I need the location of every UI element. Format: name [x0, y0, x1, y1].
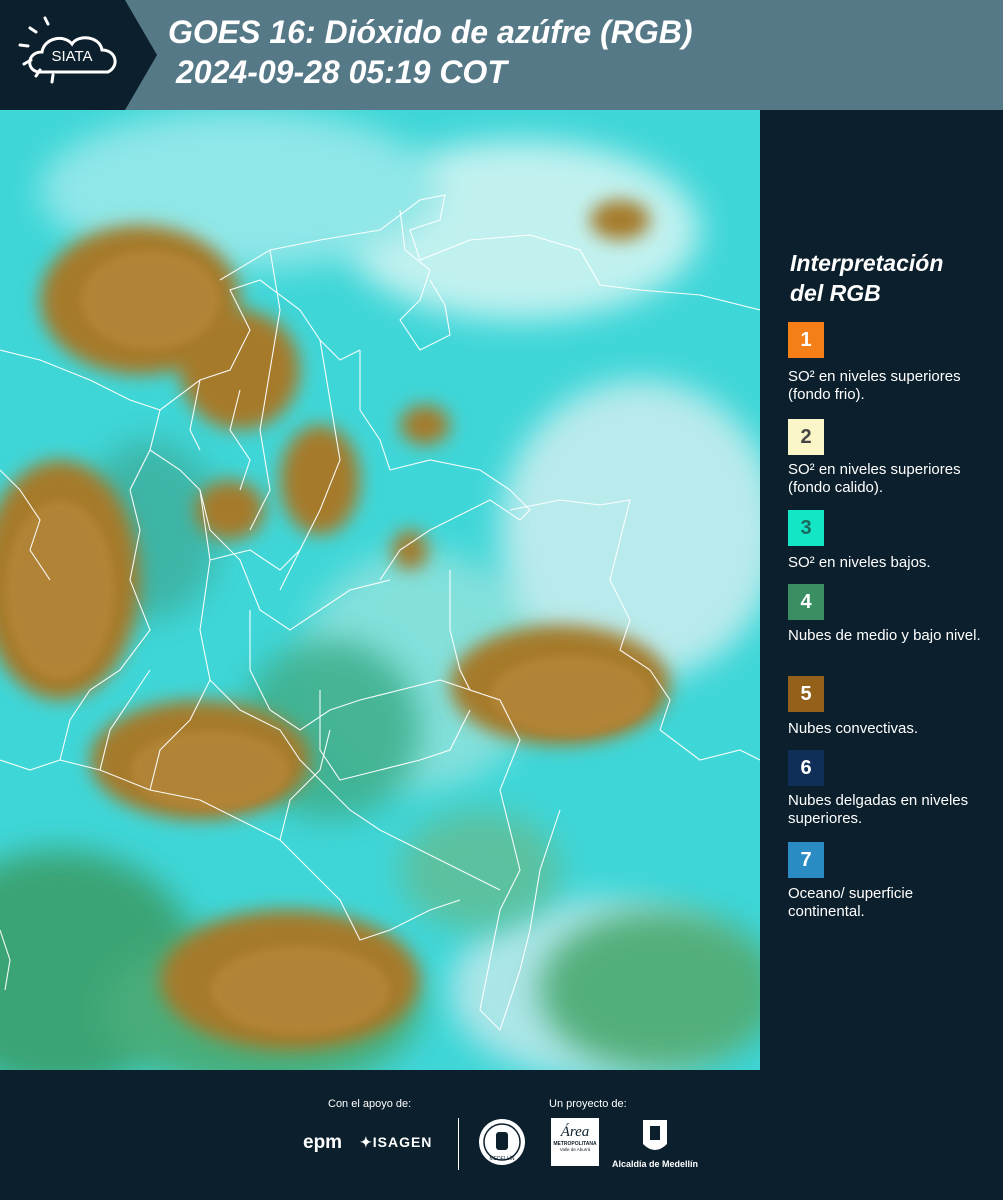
legend-desc-5: Nubes convectivas. [788, 720, 919, 737]
area-metropolitana-logo: Área METROPOLITANA Valle de Aburrá [551, 1118, 599, 1166]
area-logo-sub2: Valle de Aburrá [559, 1147, 591, 1152]
logo-text: SIATA [51, 48, 92, 65]
legend-number-4: 4 [800, 590, 812, 613]
isagen-icon: ✦ [360, 1134, 373, 1150]
support-label: Con el apoyo de: [328, 1098, 412, 1110]
project-label: Un proyecto de: [549, 1098, 627, 1110]
epm-logo-text: epm [303, 1132, 343, 1153]
legend-number-3: 3 [800, 516, 812, 539]
alcaldia-emblem [640, 1118, 670, 1156]
legend-title-line2: del RGB [790, 280, 881, 306]
legend-desc-1: SO² en niveles superiores (fondo frio). [788, 368, 961, 403]
legend-panel: Interpretación del RGB 1 SO² en niveles … [760, 110, 1003, 1070]
legend-swatch-1: 1 [788, 322, 824, 358]
page-timestamp: 2024-09-28 05:19 COT [176, 54, 507, 90]
footer: Con el apoyo de: Un proyecto de: epm ✦IS… [0, 1070, 1003, 1200]
legend-number-7: 7 [800, 848, 812, 871]
legend-swatch-6: 6 [788, 750, 824, 786]
legend-swatch-4: 4 [788, 584, 824, 620]
legend-number-1: 1 [800, 328, 812, 351]
legend-desc-2: SO² en niveles superiores (fondo calido)… [788, 461, 961, 496]
legend-desc-7: Oceano/ superficie continental. [788, 885, 914, 920]
footer-divider [458, 1118, 459, 1170]
legend-swatch-3: 3 [788, 510, 824, 546]
legend-number-5: 5 [800, 682, 812, 705]
epm-logo: epm [303, 1132, 342, 1154]
legend-swatch-7: 7 [788, 842, 824, 878]
legend-desc-3: SO² en niveles bajos. [788, 554, 931, 571]
legend-swatch-5: 5 [788, 676, 824, 712]
isagen-logo-text: ISAGEN [372, 1134, 433, 1150]
legend-number-6: 6 [800, 756, 812, 779]
legend-swatch-2: 2 [788, 419, 824, 455]
siata-logo: SIATA [0, 0, 157, 110]
alcaldia-label: Alcaldía de Medellín [612, 1159, 699, 1169]
medellin-seal-logo: MEDELLÍN [478, 1118, 526, 1166]
header-bar: SIATA GOES 16: Dióxido de azúfre (RGB) 2… [0, 0, 1003, 110]
legend-number-2: 2 [800, 425, 812, 448]
satellite-map [0, 110, 760, 1070]
area-logo-text: Área [560, 1124, 590, 1140]
isagen-logo: ✦ISAGEN [360, 1134, 432, 1151]
legend-desc-6: Nubes delgadas en niveles superiores. [788, 792, 969, 827]
page-title: GOES 16: Dióxido de azúfre (RGB) [168, 14, 693, 50]
legend-title-line1: Interpretación [790, 250, 944, 276]
legend-desc-4: Nubes de medio y bajo nivel. [788, 627, 981, 644]
legend-title: Interpretación del RGB [790, 248, 990, 308]
seal-text: MEDELLÍN [489, 1155, 514, 1162]
